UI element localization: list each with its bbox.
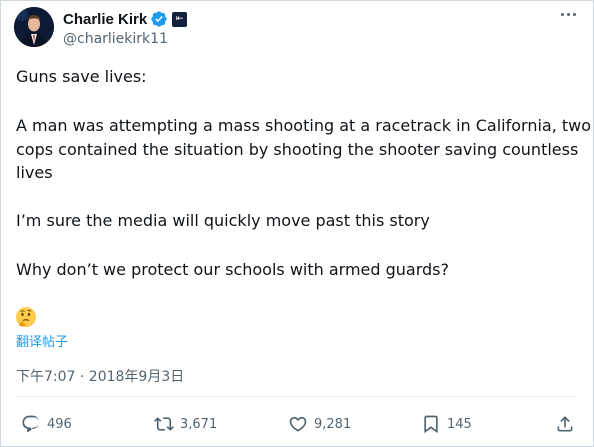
avatar[interactable] (14, 7, 54, 47)
like-count: 9,281 (314, 416, 352, 432)
verified-badge-icon (150, 10, 168, 28)
translate-post-link[interactable]: 翻译帖子 (16, 331, 68, 350)
like-button[interactable]: 9,281 (288, 414, 351, 434)
author-display-name[interactable]: Charlie Kirk (63, 11, 147, 28)
repost-button[interactable]: 3,671 (154, 414, 217, 434)
bookmark-count: 145 (447, 416, 472, 432)
tweet-text-line: lives (16, 163, 53, 182)
author-name-row: Charlie Kirk ⇤ (63, 10, 188, 28)
author-handle[interactable]: @charliekirk11 (63, 31, 168, 47)
tweet-text-line: cops contained the situation by shooting… (16, 140, 579, 159)
tweet-text-line: I’m sure the media will quickly move pas… (16, 211, 430, 230)
action-bar: 496 3,671 9,281 145 (1, 406, 593, 446)
share-button[interactable] (555, 414, 575, 434)
affiliation-badge-icon[interactable]: ⇤ (172, 11, 188, 27)
tweet-text-line: A man was attempting a mass shooting at … (16, 116, 592, 135)
more-options-icon[interactable] (561, 13, 576, 16)
reply-button[interactable]: 496 (21, 414, 72, 434)
tweet-card: Charlie Kirk ⇤ @charliekirk11 Guns save … (0, 0, 594, 447)
tweet-timestamp[interactable]: 下午7:07 · 2018年9月3日 (16, 366, 184, 386)
divider (16, 396, 578, 397)
bookmark-button[interactable]: 145 (421, 414, 472, 434)
thinking-face-icon (15, 306, 37, 328)
share-icon (557, 416, 573, 432)
repost-count: 3,671 (180, 416, 218, 432)
reply-count: 496 (47, 416, 72, 432)
reply-icon (22, 415, 40, 433)
tweet-text-line: Guns save lives: (16, 67, 147, 86)
avatar-photo (14, 7, 54, 47)
tweet-text-line: Why don’t we protect our schools with ar… (16, 260, 450, 279)
heart-icon (289, 416, 307, 432)
repost-icon (154, 417, 174, 431)
bookmark-icon (424, 415, 438, 434)
